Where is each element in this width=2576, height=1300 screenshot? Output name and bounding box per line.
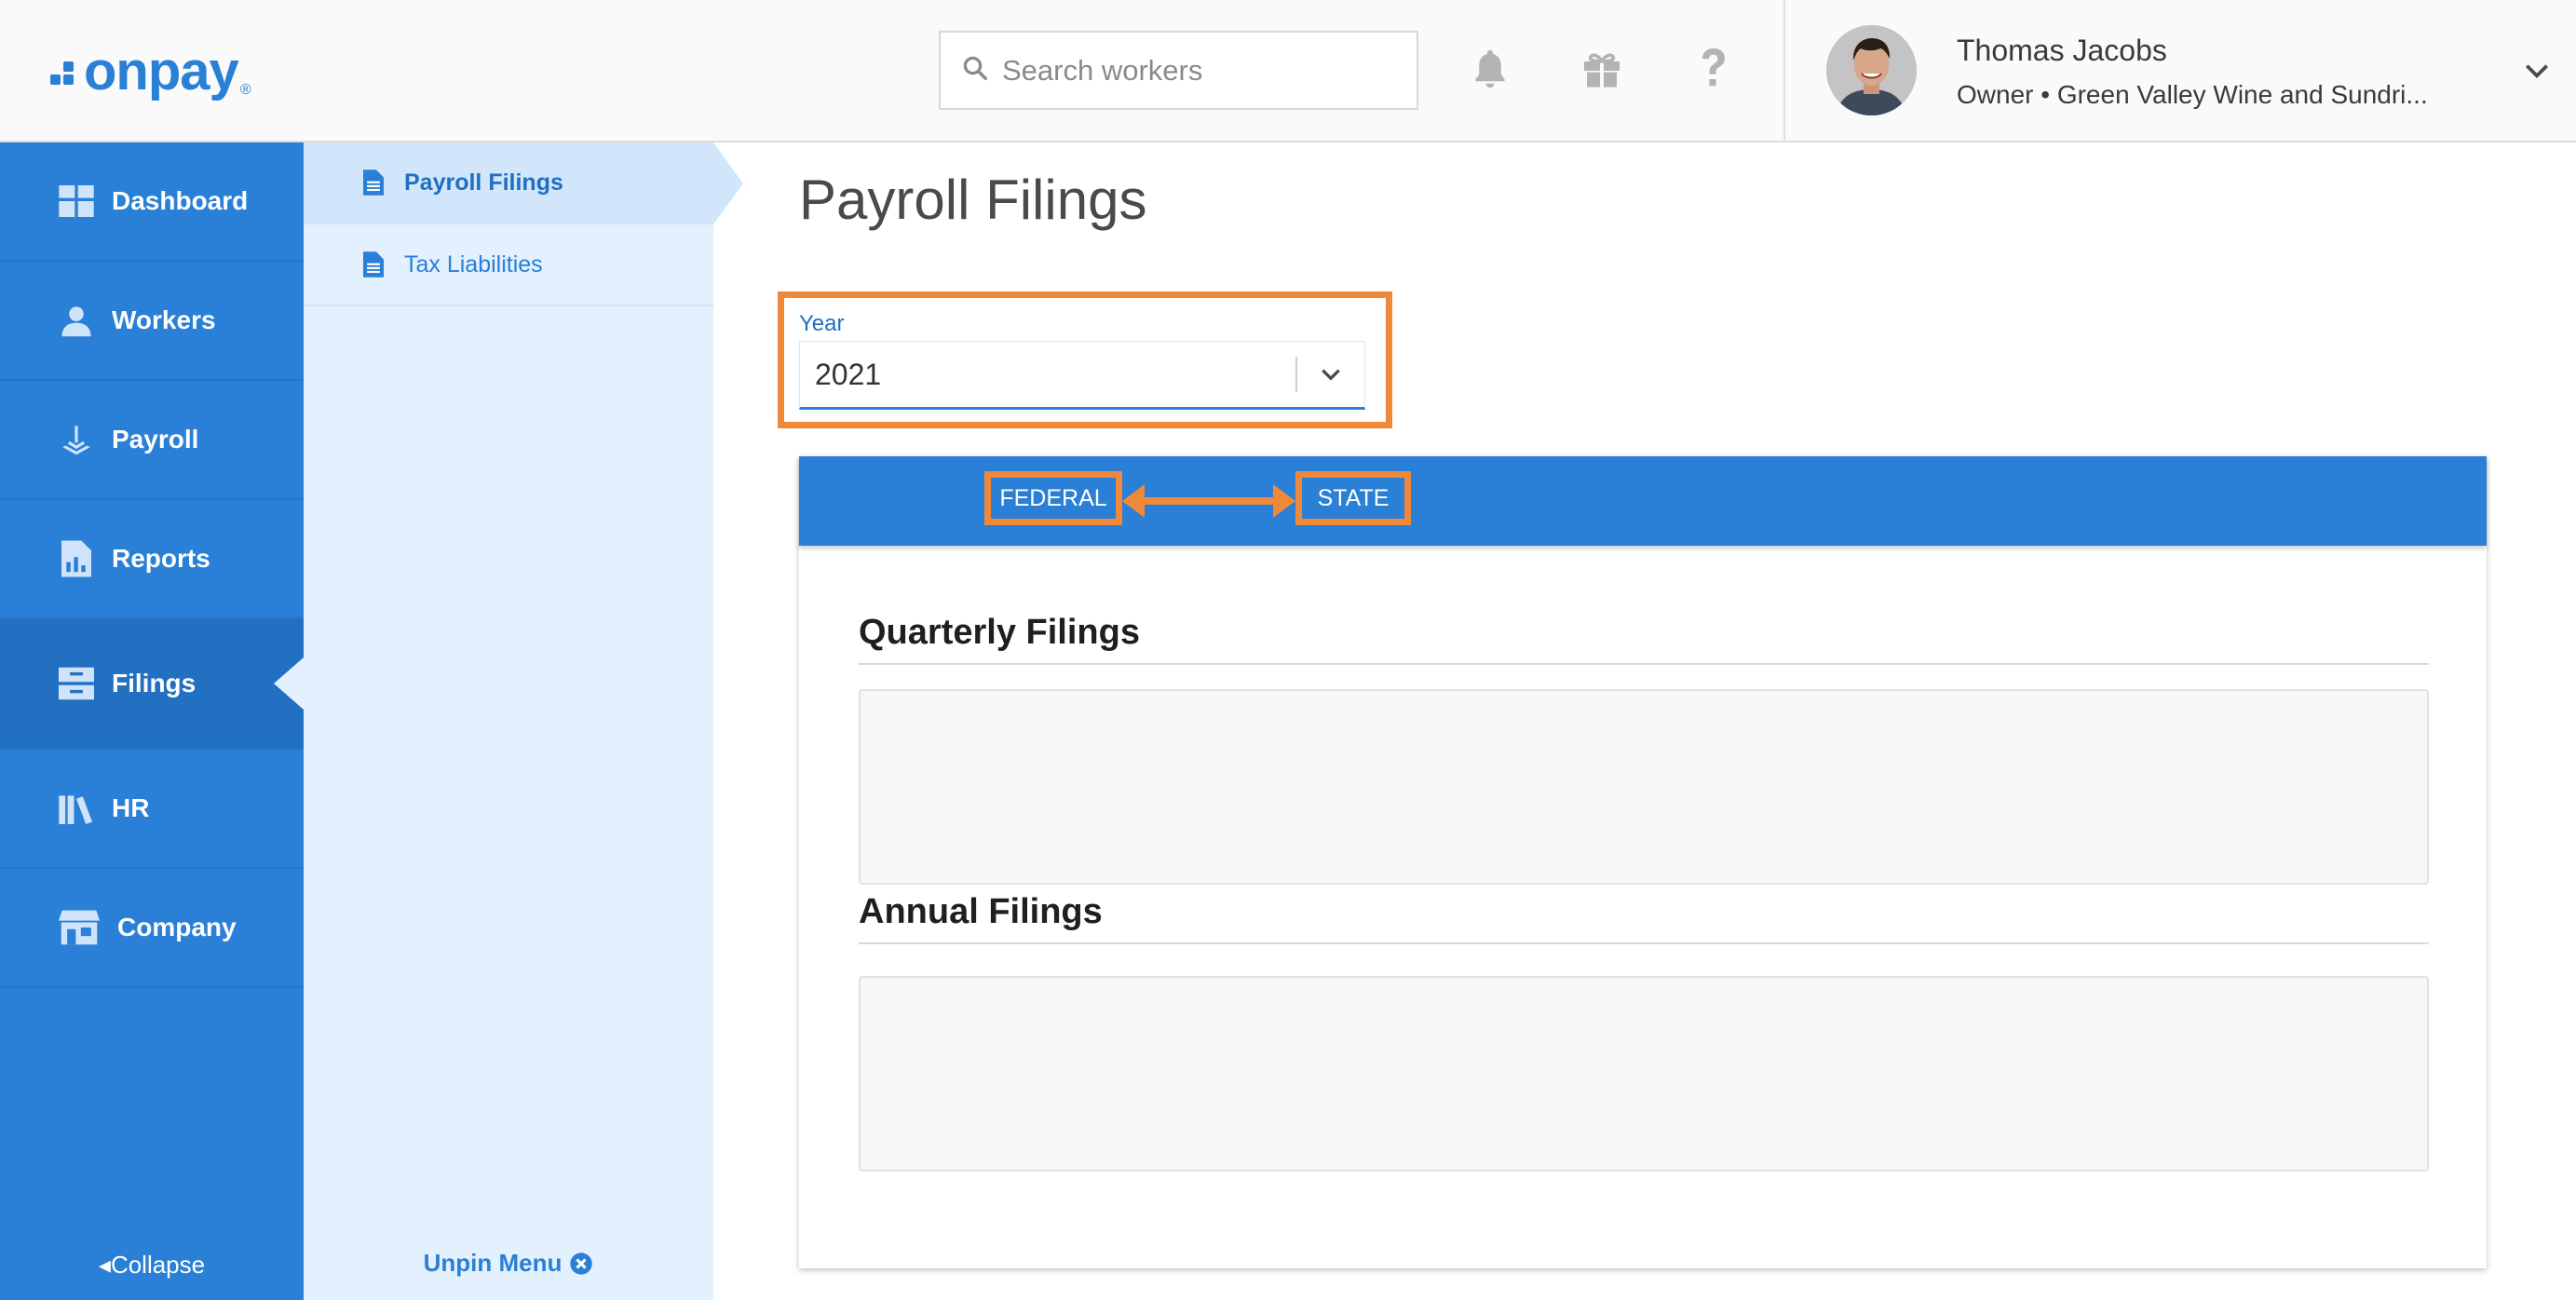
jurisdiction-tab-bar: FEDERAL STATE <box>799 456 2487 546</box>
section-divider <box>859 942 2429 944</box>
sidebar-item-workers[interactable]: Workers <box>0 262 304 381</box>
logo-mark-icon <box>50 61 78 93</box>
header-divider <box>1783 0 1785 142</box>
sidebar-item-label: Dashboard <box>112 186 249 215</box>
quarterly-filings-panel <box>859 689 2429 885</box>
onpay-logo[interactable]: onpay ® <box>50 41 251 102</box>
top-bar: onpay ® Thomas Jacobs Owner • Green Vall… <box>0 0 2576 142</box>
chevron-down-icon[interactable] <box>1297 362 1364 386</box>
double-arrow-icon <box>1122 477 1295 530</box>
payroll-icon <box>58 421 95 458</box>
primary-sidebar: Dashboard Workers Payroll Reports Filing… <box>0 142 304 1300</box>
sidebar-item-filings[interactable]: Filings <box>0 619 304 750</box>
sidebar-item-dashboard[interactable]: Dashboard <box>0 142 304 262</box>
sidebar-item-payroll[interactable]: Payroll <box>0 381 304 500</box>
year-value: 2021 <box>815 357 882 391</box>
filings-card: FEDERAL STATE Quarterly Filings Annual F… <box>799 456 2487 1268</box>
collapse-label: Collapse <box>110 1251 206 1279</box>
user-name[interactable]: Thomas Jacobs <box>1957 34 2167 68</box>
document-icon <box>363 251 384 278</box>
year-label: Year <box>799 311 845 336</box>
quarterly-filings-heading: Quarterly Filings <box>859 613 1140 652</box>
sidebar-item-label: HR <box>112 793 150 822</box>
tab-federal[interactable]: FEDERAL <box>984 471 1122 525</box>
sidebar-item-label: Filings <box>112 669 197 697</box>
close-circle-icon <box>569 1252 593 1276</box>
filings-icon <box>58 665 95 702</box>
subnav-item-payroll-filings[interactable]: Payroll Filings <box>304 142 743 224</box>
workers-icon <box>58 302 95 339</box>
year-select[interactable]: 2021 <box>799 341 1365 410</box>
document-icon <box>363 169 384 196</box>
unpin-menu-button[interactable]: Unpin Menu <box>304 1249 713 1278</box>
company-icon <box>58 909 101 946</box>
tab-state[interactable]: STATE <box>1295 471 1411 525</box>
search-icon <box>961 54 989 87</box>
sidebar-item-hr[interactable]: HR <box>0 750 304 869</box>
unpin-label: Unpin Menu <box>423 1249 563 1277</box>
help-question-icon[interactable] <box>1686 41 1742 97</box>
subnav-item-label: Tax Liabilities <box>404 251 543 278</box>
logo-text: onpay <box>84 41 239 102</box>
annual-filings-heading: Annual Filings <box>859 892 1103 931</box>
sidebar-item-label: Company <box>117 913 237 941</box>
chevron-down-icon[interactable] <box>2522 56 2552 90</box>
subnav-item-tax-liabilities[interactable]: Tax Liabilities <box>304 224 713 306</box>
sidebar-item-reports[interactable]: Reports <box>0 500 304 619</box>
logo-registered-mark: ® <box>239 82 251 98</box>
sidebar-item-label: Reports <box>112 544 210 573</box>
collapse-button[interactable]: ◂Collapse <box>0 1251 304 1280</box>
subnav-item-label: Payroll Filings <box>404 169 563 196</box>
reports-icon <box>58 540 95 577</box>
search-box[interactable] <box>939 31 1418 110</box>
bell-icon[interactable] <box>1462 41 1518 97</box>
annual-filings-panel <box>859 976 2429 1171</box>
caret-left-icon: ◂ <box>98 1251 111 1279</box>
avatar[interactable] <box>1826 25 1917 115</box>
search-input[interactable] <box>1002 53 1393 88</box>
section-divider <box>859 663 2429 665</box>
sidebar-item-label: Payroll <box>112 425 199 454</box>
sidebar-item-company[interactable]: Company <box>0 869 304 988</box>
secondary-sidebar: Payroll Filings Tax Liabilities Unpin Me… <box>304 142 743 1300</box>
page-title: Payroll Filings <box>799 169 1147 231</box>
dashboard-icon <box>58 183 95 220</box>
gift-icon[interactable] <box>1574 41 1630 97</box>
sidebar-item-label: Workers <box>112 305 216 334</box>
user-role: Owner • Green Valley Wine and Sundri... <box>1957 80 2428 109</box>
hr-icon <box>58 790 95 827</box>
